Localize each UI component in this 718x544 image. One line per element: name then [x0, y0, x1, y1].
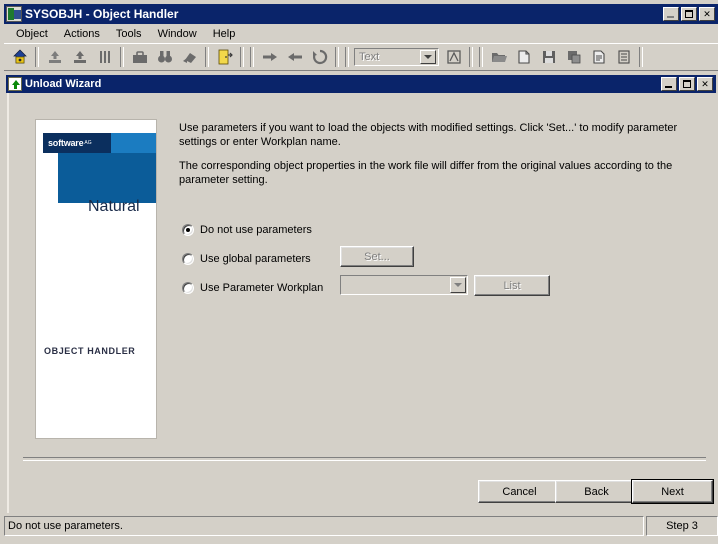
product-name: Natural [88, 198, 140, 215]
next-button[interactable]: Next [631, 479, 714, 504]
chevron-down-icon[interactable] [420, 50, 436, 64]
brand-name: software [48, 138, 84, 148]
radio-do-not-use-parameters[interactable] [182, 224, 194, 236]
toolbar-separator [120, 47, 124, 67]
copy-icon[interactable] [562, 46, 585, 68]
option-do-not-use-parameters[interactable]: Do not use parameters [182, 224, 312, 236]
application-window: SYSOBJH - Object Handler ✕ Object Action… [0, 0, 718, 544]
option-label: Do not use parameters [200, 224, 312, 236]
open-folder-icon[interactable] [487, 46, 510, 68]
radio-use-parameter-workplan[interactable] [182, 282, 194, 294]
statusbar-message: Do not use parameters. [4, 516, 644, 536]
dialog-title: Unload Wizard [25, 78, 102, 90]
scan-icon[interactable] [93, 46, 116, 68]
window-titlebar: SYSOBJH - Object Handler ✕ [4, 4, 718, 24]
instruction-paragraph-2: The corresponding object properties in t… [179, 160, 673, 186]
statusbar: Do not use parameters. Step 3 [4, 516, 718, 536]
cancel-button[interactable]: Cancel [478, 480, 561, 503]
software-ag-logo: software AG [43, 133, 111, 153]
logo-block [58, 153, 156, 203]
set-button-label: Set... [364, 250, 390, 263]
properties-icon[interactable] [612, 46, 635, 68]
save-icon[interactable] [537, 46, 560, 68]
toolbar-separator [240, 47, 244, 67]
next-button-label: Next [661, 485, 684, 498]
eraser-icon[interactable] [178, 46, 201, 68]
arrow-right-icon[interactable] [258, 46, 281, 68]
new-file-icon[interactable] [512, 46, 535, 68]
window-controls: ✕ [663, 7, 715, 21]
option-label: Use Parameter Workplan [200, 282, 324, 294]
list-button[interactable]: List [474, 275, 550, 296]
dialog-maximize-button[interactable] [679, 77, 695, 91]
exit-door-icon[interactable] [213, 46, 236, 68]
dialog-minimize-button[interactable] [661, 77, 677, 91]
unload-wizard-dialog: Unload Wizard ✕ software AG Natural OBJE… [4, 73, 718, 513]
statusbar-step: Step 3 [646, 516, 718, 536]
close-button[interactable]: ✕ [699, 7, 715, 21]
dialog-close-button[interactable]: ✕ [697, 77, 713, 91]
dialog-titlebar: Unload Wizard ✕ [6, 75, 716, 93]
menu-item-actions[interactable]: Actions [56, 26, 108, 42]
toolbar: Text [4, 43, 718, 71]
app-icon [6, 6, 22, 22]
toolbar-type-combo[interactable]: Text [354, 48, 439, 66]
cancel-button-label: Cancel [502, 485, 537, 498]
option-use-global-parameters[interactable]: Use global parameters [182, 253, 311, 265]
dialog-body: software AG Natural OBJECT HANDLER Use p… [6, 93, 716, 513]
toolbar-separator [250, 47, 254, 67]
edit-list-icon[interactable] [587, 46, 610, 68]
menu-item-tools[interactable]: Tools [108, 26, 150, 42]
binoculars-icon[interactable] [153, 46, 176, 68]
product-logo-panel: software AG Natural OBJECT HANDLER [35, 119, 157, 439]
workplan-combo[interactable] [340, 275, 468, 295]
maximize-button[interactable] [681, 7, 697, 21]
list-button-label: List [503, 279, 521, 292]
minimize-button[interactable] [663, 7, 679, 21]
option-label: Use global parameters [200, 253, 311, 265]
toolbar-separator [479, 47, 483, 67]
arrow-left-icon[interactable] [283, 46, 306, 68]
toolbar-type-combo-value: Text [359, 51, 380, 63]
back-button[interactable]: Back [555, 480, 638, 503]
unload-wizard-icon [8, 77, 22, 91]
chevron-down-icon[interactable] [450, 277, 466, 293]
window-title: SYSOBJH - Object Handler [25, 7, 179, 21]
menubar: Object Actions Tools Window Help [4, 24, 718, 44]
menu-item-window[interactable]: Window [150, 26, 205, 42]
back-button-label: Back [584, 485, 609, 498]
toolbar-separator [469, 47, 473, 67]
toolbar-separator [335, 47, 339, 67]
home-icon[interactable] [8, 46, 31, 68]
unload-icon[interactable] [43, 46, 66, 68]
set-button[interactable]: Set... [340, 246, 414, 267]
menu-item-help[interactable]: Help [205, 26, 244, 42]
application-name: OBJECT HANDLER [44, 346, 136, 356]
briefcase-icon[interactable] [128, 46, 151, 68]
dialog-window-controls: ✕ [661, 77, 713, 91]
toolbar-separator [639, 47, 643, 67]
refresh-icon[interactable] [308, 46, 331, 68]
instruction-paragraph-1: Use parameters if you want to load the o… [179, 122, 678, 148]
toolbar-separator [35, 47, 39, 67]
option-use-parameter-workplan[interactable]: Use Parameter Workplan [182, 282, 323, 294]
menu-item-object[interactable]: Object [8, 26, 56, 42]
dialog-content: software AG Natural OBJECT HANDLER Use p… [7, 93, 716, 513]
radio-use-global-parameters[interactable] [182, 253, 194, 265]
toolbar-separator [205, 47, 209, 67]
brand-suffix: AG [84, 140, 92, 146]
footer-separator [23, 457, 706, 461]
toolbar-separator [345, 47, 349, 67]
report-icon[interactable] [442, 46, 465, 68]
load-icon[interactable] [68, 46, 91, 68]
